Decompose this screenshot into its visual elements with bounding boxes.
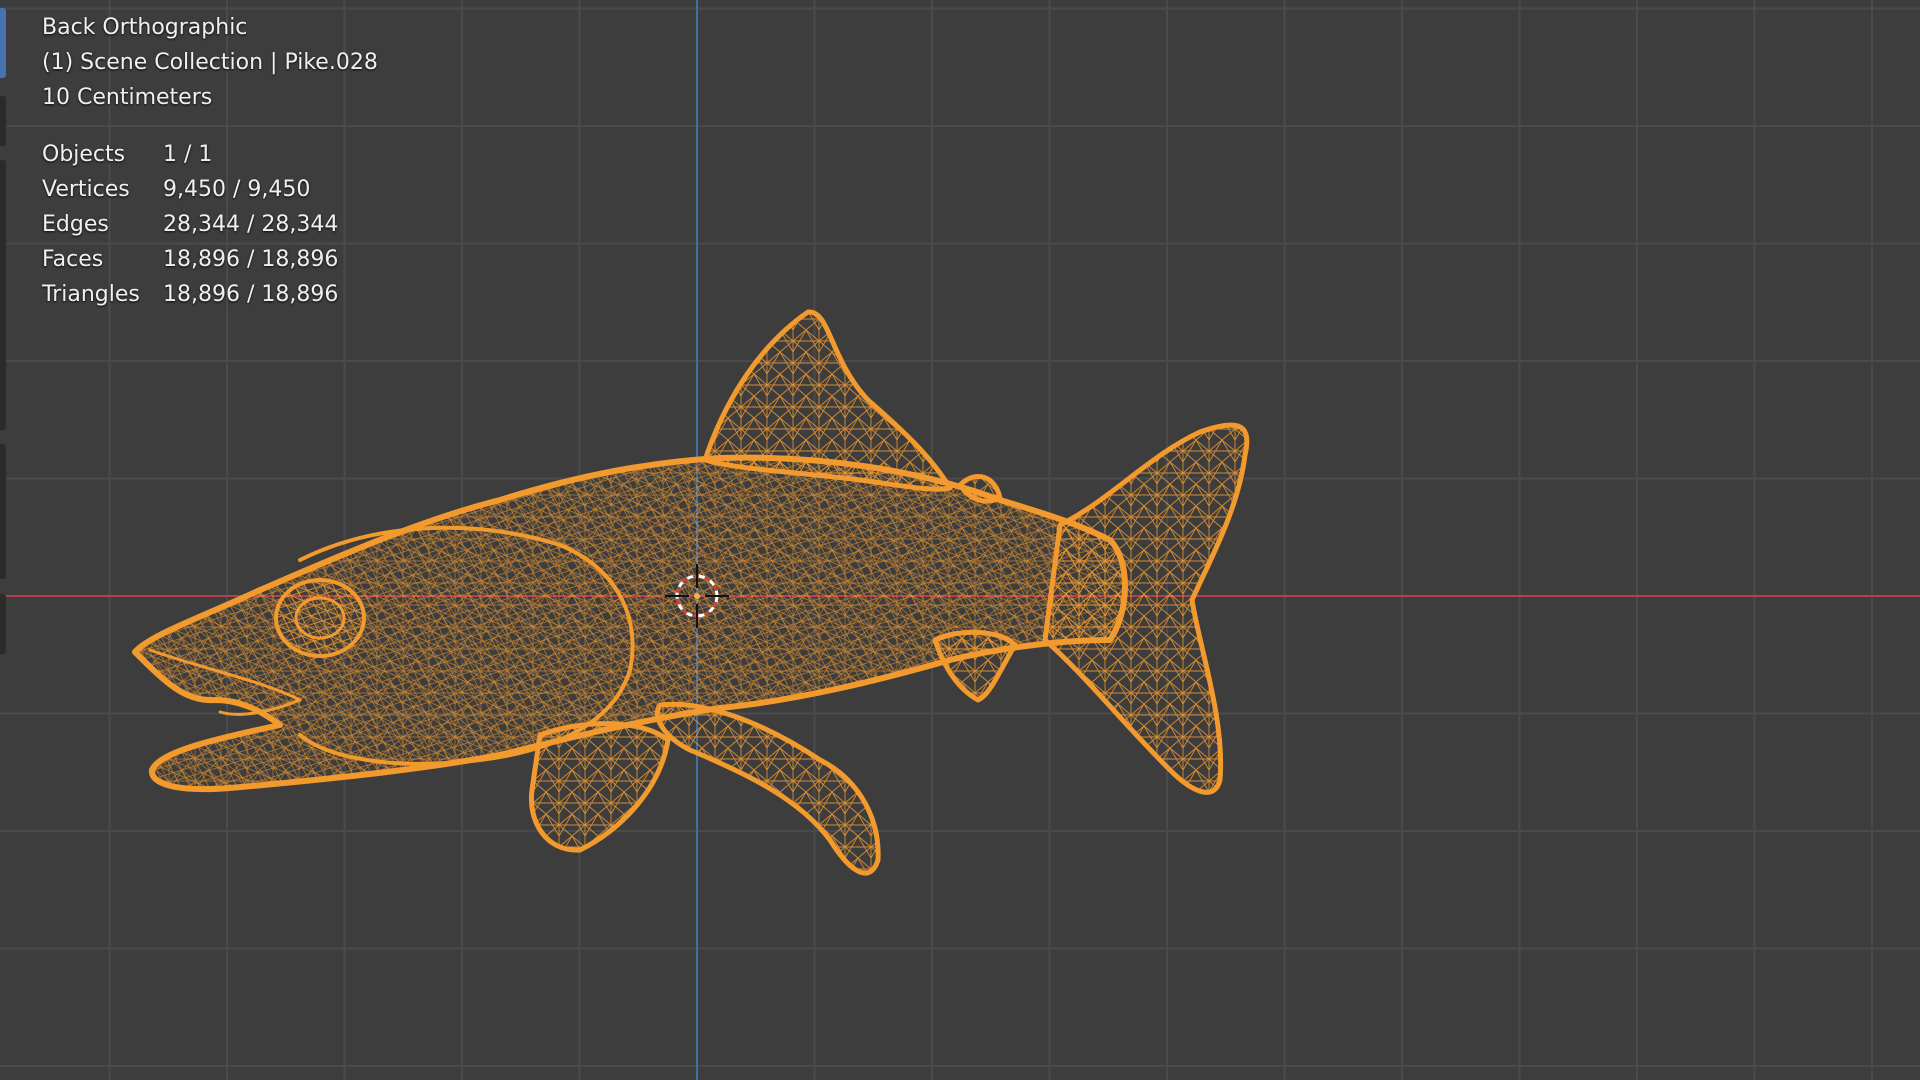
stat-value: 18,896 / 18,896 (163, 247, 339, 272)
fish-eye (274, 578, 366, 658)
fish-wireframe-icon[interactable] (132, 309, 1250, 876)
collection-info: (1) Scene Collection | Pike.028 (42, 50, 378, 75)
stat-row-triangles: Triangles 18,896 / 18,896 (42, 277, 338, 312)
view-name: Back Orthographic (42, 15, 248, 40)
grid-scale: 10 Centimeters (42, 85, 213, 110)
stat-value: 18,896 / 18,896 (163, 282, 339, 307)
stat-value: 1 / 1 (163, 142, 213, 167)
tool-slot-active[interactable] (0, 8, 6, 78)
pelvic-fin (654, 701, 881, 876)
tool-slot[interactable] (0, 444, 6, 579)
stat-label: Triangles (42, 282, 140, 307)
stat-value: 9,450 / 9,450 (163, 177, 311, 202)
stat-row-objects: Objects 1 / 1 (42, 137, 338, 172)
viewport-text-overlay: Back Orthographic (1) Scene Collection |… (42, 10, 378, 312)
stat-value: 28,344 / 28,344 (163, 212, 339, 237)
stat-label: Vertices (42, 177, 130, 202)
tool-slot[interactable] (0, 96, 6, 146)
anal-fin (932, 629, 1018, 703)
left-toolbar (0, 0, 6, 660)
tool-slot[interactable] (0, 160, 6, 430)
tool-slot[interactable] (0, 594, 6, 654)
stat-row-faces: Faces 18,896 / 18,896 (42, 242, 338, 277)
stat-label: Faces (42, 247, 104, 272)
stat-row-edges: Edges 28,344 / 28,344 (42, 207, 338, 242)
stat-row-vertices: Vertices 9,450 / 9,450 (42, 172, 338, 207)
stat-label: Objects (42, 142, 126, 167)
scene-statistics: Objects 1 / 1 Vertices 9,450 / 9,450 Edg… (42, 137, 338, 312)
stat-label: Edges (42, 212, 109, 237)
3d-viewport[interactable]: Back Orthographic (1) Scene Collection |… (0, 0, 1920, 1080)
